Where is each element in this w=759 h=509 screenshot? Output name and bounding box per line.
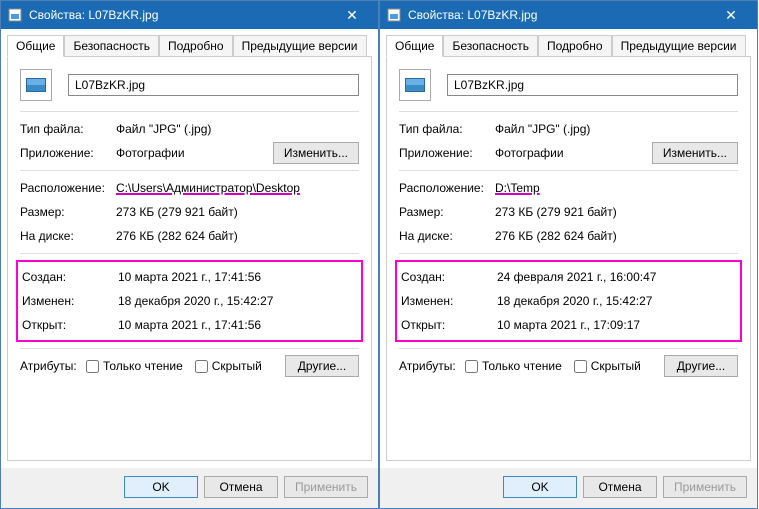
tab-general[interactable]: Общие xyxy=(386,35,443,57)
value-created: 24 февраля 2021 г., 16:00:47 xyxy=(497,270,736,284)
file-type-icon xyxy=(399,69,431,101)
label-file-type: Тип файла: xyxy=(20,122,116,136)
value-modified: 18 декабря 2020 г., 15:42:27 xyxy=(118,294,357,308)
label-file-type: Тип файла: xyxy=(399,122,495,136)
value-file-type: Файл "JPG" (.jpg) xyxy=(495,122,738,136)
window-title: Свойства: L07BzKR.jpg xyxy=(408,8,711,22)
highlighted-dates-box: Создан:10 марта 2021 г., 17:41:56 Измене… xyxy=(16,260,363,342)
checkbox-readonly[interactable]: Только чтение xyxy=(465,359,562,373)
close-icon[interactable]: ✕ xyxy=(332,7,372,24)
checkbox-hidden-input[interactable] xyxy=(195,360,208,373)
titlebar[interactable]: Свойства: L07BzKR.jpg ✕ xyxy=(380,1,757,29)
value-on-disk: 276 КБ (282 624 байт) xyxy=(116,229,359,243)
label-modified: Изменен: xyxy=(22,294,118,308)
image-file-icon xyxy=(386,7,402,23)
checkbox-readonly-input[interactable] xyxy=(465,360,478,373)
apply-button[interactable]: Применить xyxy=(663,476,747,498)
checkbox-hidden[interactable]: Скрытый xyxy=(195,359,262,373)
tab-previous-versions[interactable]: Предыдущие версии xyxy=(612,35,746,57)
value-location: D:\Temp xyxy=(495,181,738,195)
value-size: 273 КБ (279 921 байт) xyxy=(116,205,359,219)
label-accessed: Открыт: xyxy=(401,318,497,332)
tab-row: Общие Безопасность Подробно Предыдущие в… xyxy=(1,29,378,57)
tab-panel-general: Тип файла:Файл "JPG" (.jpg) Приложение:Ф… xyxy=(7,56,372,461)
close-icon[interactable]: ✕ xyxy=(711,7,751,24)
checkbox-hidden-label: Скрытый xyxy=(591,359,641,373)
checkbox-hidden-label: Скрытый xyxy=(212,359,262,373)
label-app: Приложение: xyxy=(399,146,495,160)
change-app-button[interactable]: Изменить... xyxy=(273,142,359,164)
value-accessed: 10 марта 2021 г., 17:41:56 xyxy=(118,318,357,332)
properties-dialog-left: Свойства: L07BzKR.jpg ✕ Общие Безопаснос… xyxy=(0,0,379,509)
value-accessed: 10 марта 2021 г., 17:09:17 xyxy=(497,318,736,332)
checkbox-readonly-input[interactable] xyxy=(86,360,99,373)
ok-button[interactable]: OK xyxy=(503,476,577,498)
filename-input[interactable] xyxy=(447,74,738,96)
dialog-footer: OK Отмена Применить xyxy=(380,468,757,508)
cancel-button[interactable]: Отмена xyxy=(583,476,657,498)
label-size: Размер: xyxy=(399,205,495,219)
tab-security[interactable]: Безопасность xyxy=(443,35,538,57)
label-created: Создан: xyxy=(401,270,497,284)
label-created: Создан: xyxy=(22,270,118,284)
label-location: Расположение: xyxy=(20,181,116,195)
image-file-icon xyxy=(7,7,23,23)
label-accessed: Открыт: xyxy=(22,318,118,332)
checkbox-readonly-label: Только чтение xyxy=(482,359,562,373)
checkbox-readonly-label: Только чтение xyxy=(103,359,183,373)
value-app: Фотографии xyxy=(116,146,273,160)
checkbox-hidden-input[interactable] xyxy=(574,360,587,373)
tab-security[interactable]: Безопасность xyxy=(64,35,159,57)
label-app: Приложение: xyxy=(20,146,116,160)
properties-dialog-right: Свойства: L07BzKR.jpg ✕ Общие Безопаснос… xyxy=(379,0,758,509)
label-on-disk: На диске: xyxy=(399,229,495,243)
value-size: 273 КБ (279 921 байт) xyxy=(495,205,738,219)
label-attributes: Атрибуты: xyxy=(399,359,465,373)
value-location: C:\Users\Администратор\Desktop xyxy=(116,181,359,195)
value-app: Фотографии xyxy=(495,146,652,160)
tab-details[interactable]: Подробно xyxy=(538,35,612,57)
other-attributes-button[interactable]: Другие... xyxy=(664,355,738,377)
value-file-type: Файл "JPG" (.jpg) xyxy=(116,122,359,136)
titlebar[interactable]: Свойства: L07BzKR.jpg ✕ xyxy=(1,1,378,29)
tab-general[interactable]: Общие xyxy=(7,35,64,57)
dialog-footer: OK Отмена Применить xyxy=(1,468,378,508)
change-app-button[interactable]: Изменить... xyxy=(652,142,738,164)
value-modified: 18 декабря 2020 г., 15:42:27 xyxy=(497,294,736,308)
checkbox-hidden[interactable]: Скрытый xyxy=(574,359,641,373)
label-modified: Изменен: xyxy=(401,294,497,308)
tab-previous-versions[interactable]: Предыдущие версии xyxy=(233,35,367,57)
highlighted-dates-box: Создан:24 февраля 2021 г., 16:00:47 Изме… xyxy=(395,260,742,342)
tab-details[interactable]: Подробно xyxy=(159,35,233,57)
label-size: Размер: xyxy=(20,205,116,219)
filename-input[interactable] xyxy=(68,74,359,96)
file-type-icon xyxy=(20,69,52,101)
apply-button[interactable]: Применить xyxy=(284,476,368,498)
value-on-disk: 276 КБ (282 624 байт) xyxy=(495,229,738,243)
checkbox-readonly[interactable]: Только чтение xyxy=(86,359,183,373)
label-attributes: Атрибуты: xyxy=(20,359,86,373)
tab-row: Общие Безопасность Подробно Предыдущие в… xyxy=(380,29,757,57)
other-attributes-button[interactable]: Другие... xyxy=(285,355,359,377)
ok-button[interactable]: OK xyxy=(124,476,198,498)
window-title: Свойства: L07BzKR.jpg xyxy=(29,8,332,22)
tab-panel-general: Тип файла:Файл "JPG" (.jpg) Приложение:Ф… xyxy=(386,56,751,461)
value-created: 10 марта 2021 г., 17:41:56 xyxy=(118,270,357,284)
label-on-disk: На диске: xyxy=(20,229,116,243)
cancel-button[interactable]: Отмена xyxy=(204,476,278,498)
label-location: Расположение: xyxy=(399,181,495,195)
